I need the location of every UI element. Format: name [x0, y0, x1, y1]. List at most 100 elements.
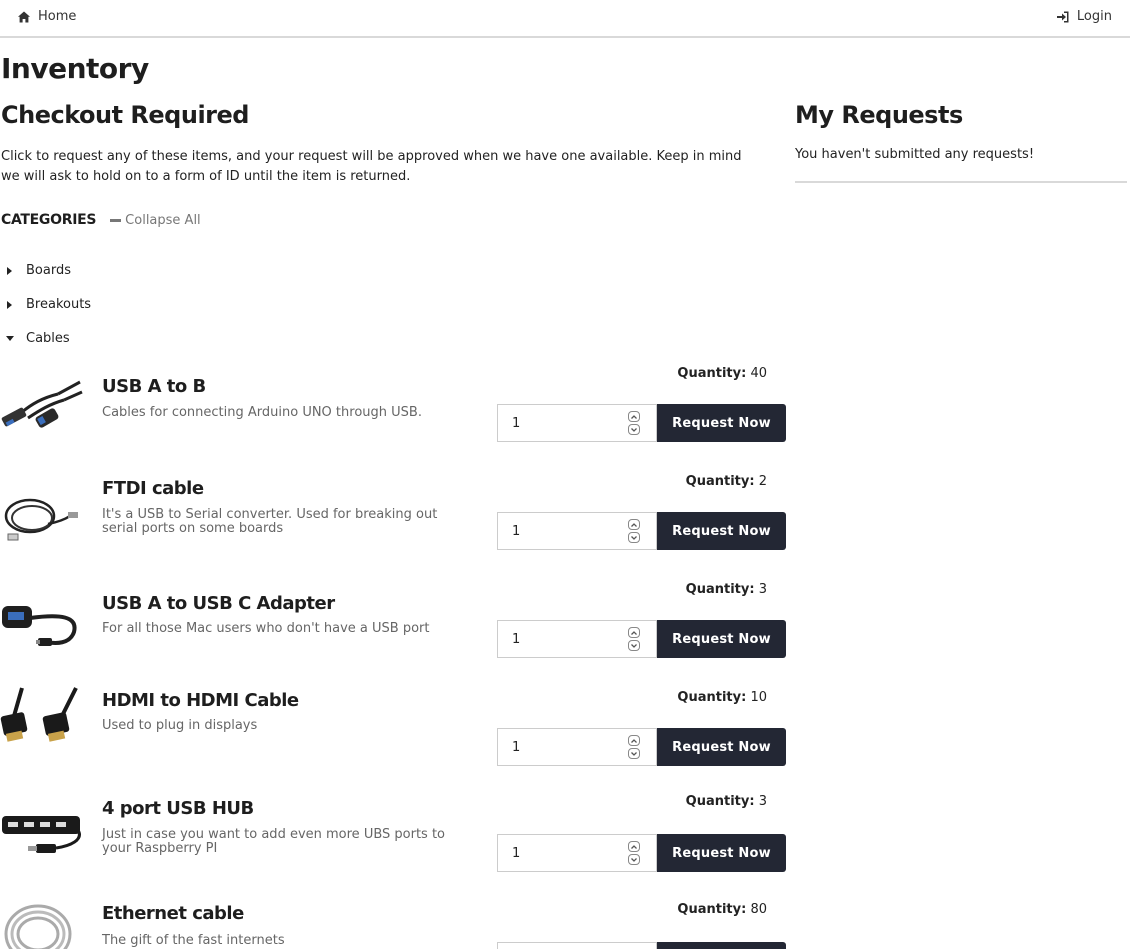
caret-down-icon [6, 334, 20, 344]
collapse-all-label: Collapse All [125, 212, 201, 228]
item-quantity: Quantity: 3 [686, 794, 767, 809]
request-now-button[interactable]: Request Now [657, 834, 786, 872]
item-quantity: Quantity: 10 [677, 690, 767, 705]
chevron-up-icon[interactable] [628, 519, 640, 530]
intro-text: Click to request any of these items, and… [1, 149, 742, 184]
caret-right-icon [6, 300, 20, 310]
spinner[interactable] [628, 735, 640, 759]
quantity-label: Quantity: [677, 690, 747, 705]
quantity-input-value: 1 [512, 631, 521, 647]
usb-c-adapter-icon [2, 606, 77, 646]
quantity-input-value: 1 [512, 739, 521, 755]
quantity-value: 80 [750, 902, 767, 917]
section-title: Checkout Required [1, 101, 249, 129]
requests-divider [795, 181, 1127, 183]
ftdi-cable-icon [4, 498, 78, 541]
quantity-input-value: 1 [512, 523, 521, 539]
chevron-down-icon[interactable] [628, 424, 640, 435]
login-link[interactable]: Login [1056, 9, 1112, 24]
chevron-up-icon[interactable] [628, 841, 640, 852]
usb-hub-icon [2, 816, 81, 853]
quantity-stepper[interactable]: 1 [497, 620, 657, 658]
categories-header: CATEGORIES Collapse All [1, 212, 201, 228]
item-usb-hub: 4 port USB HUB Just in case you want to … [0, 792, 790, 892]
quantity-label: Quantity: [685, 582, 755, 597]
category-label: Breakouts [26, 297, 92, 312]
item-description: It's a USB to Serial converter. Used for… [102, 507, 438, 536]
item-name: FTDI cable [102, 478, 204, 499]
spinner[interactable] [628, 519, 640, 543]
quantity-label: Quantity: [677, 366, 747, 381]
item-description: Cables for connecting Arduino UNO throug… [102, 405, 422, 420]
no-requests-text: You haven't submitted any requests! [795, 147, 1035, 162]
item-hdmi-cable: HDMI to HDMI Cable Used to plug in displ… [0, 686, 790, 786]
quantity-value: 2 [758, 474, 767, 489]
item-name: USB A to USB C Adapter [102, 593, 335, 614]
ethernet-cable-icon [4, 904, 72, 949]
chevron-down-icon[interactable] [628, 640, 640, 651]
spinner[interactable] [628, 411, 640, 435]
item-name: USB A to B [102, 376, 206, 397]
request-now-button[interactable]: Request Now [657, 512, 786, 550]
quantity-input-value: 1 [512, 845, 521, 861]
request-now-button[interactable]: Request Now [657, 620, 786, 658]
item-description: Just in case you want to add even more U… [102, 827, 446, 856]
request-now-button[interactable]: Request Now [657, 728, 786, 766]
item-name: Ethernet cable [102, 903, 244, 924]
category-cables[interactable]: Cables [6, 331, 70, 346]
home-link-label: Home [38, 9, 77, 24]
login-link-label: Login [1076, 9, 1112, 24]
chevron-down-icon[interactable] [628, 854, 640, 865]
quantity-stepper[interactable]: 1 [497, 728, 657, 766]
categories-title: CATEGORIES [1, 212, 97, 228]
page-title: Inventory [1, 52, 149, 85]
item-quantity: Quantity: 80 [677, 902, 767, 917]
category-label: Cables [26, 331, 70, 346]
spinner[interactable] [628, 841, 640, 865]
item-usb-a-to-b: USB A to B Cables for connecting Arduino… [0, 362, 790, 462]
chevron-down-icon[interactable] [628, 748, 640, 759]
item-name: 4 port USB HUB [102, 798, 254, 819]
chevron-up-icon[interactable] [628, 411, 640, 422]
quantity-value: 10 [750, 690, 767, 705]
caret-right-icon [6, 266, 20, 276]
request-now-button[interactable]: Request Now [657, 404, 786, 442]
quantity-stepper[interactable]: 1 [497, 834, 657, 872]
item-usb-c-adapter: USB A to USB C Adapter For all those Mac… [0, 578, 790, 678]
item-ftdi-cable: FTDI cable It's a USB to Serial converte… [0, 470, 790, 570]
category-boards[interactable]: Boards [6, 263, 71, 278]
item-description: The gift of the fast internets [102, 933, 285, 948]
quantity-stepper[interactable]: 1 [497, 404, 657, 442]
category-breakouts[interactable]: Breakouts [6, 297, 91, 312]
collapse-all-button[interactable]: Collapse All [110, 213, 201, 228]
quantity-label: Quantity: [685, 794, 755, 809]
item-quantity: Quantity: 40 [677, 366, 767, 381]
usb-cable-icon [1, 380, 83, 428]
quantity-value: 40 [750, 366, 767, 381]
spinner[interactable] [628, 627, 640, 651]
quantity-stepper[interactable]: 1 [497, 942, 657, 949]
quantity-input-value: 1 [512, 415, 521, 431]
item-quantity: Quantity: 3 [686, 582, 767, 597]
request-now-button[interactable]: Request Now [657, 942, 786, 949]
quantity-stepper[interactable]: 1 [497, 512, 657, 550]
sign-in-icon [1056, 11, 1069, 22]
category-label: Boards [26, 263, 71, 278]
my-requests-title: My Requests [795, 101, 963, 129]
chevron-up-icon[interactable] [628, 735, 640, 746]
quantity-label: Quantity: [677, 902, 747, 917]
item-name: HDMI to HDMI Cable [102, 690, 299, 711]
home-link[interactable]: Home [18, 9, 76, 24]
quantity-label: Quantity: [685, 474, 755, 489]
item-description: For all those Mac users who don't have a… [102, 621, 430, 636]
item-ethernet-cable: Ethernet cable The gift of the fast inte… [0, 900, 790, 949]
chevron-down-icon[interactable] [628, 532, 640, 543]
quantity-value: 3 [758, 794, 767, 809]
top-nav: Home Login [0, 0, 1130, 38]
minus-icon [110, 218, 122, 222]
home-icon [18, 11, 30, 22]
item-description: Used to plug in displays [102, 718, 258, 733]
item-quantity: Quantity: 2 [686, 474, 767, 489]
chevron-up-icon[interactable] [628, 627, 640, 638]
hdmi-cable-icon [0, 687, 78, 742]
